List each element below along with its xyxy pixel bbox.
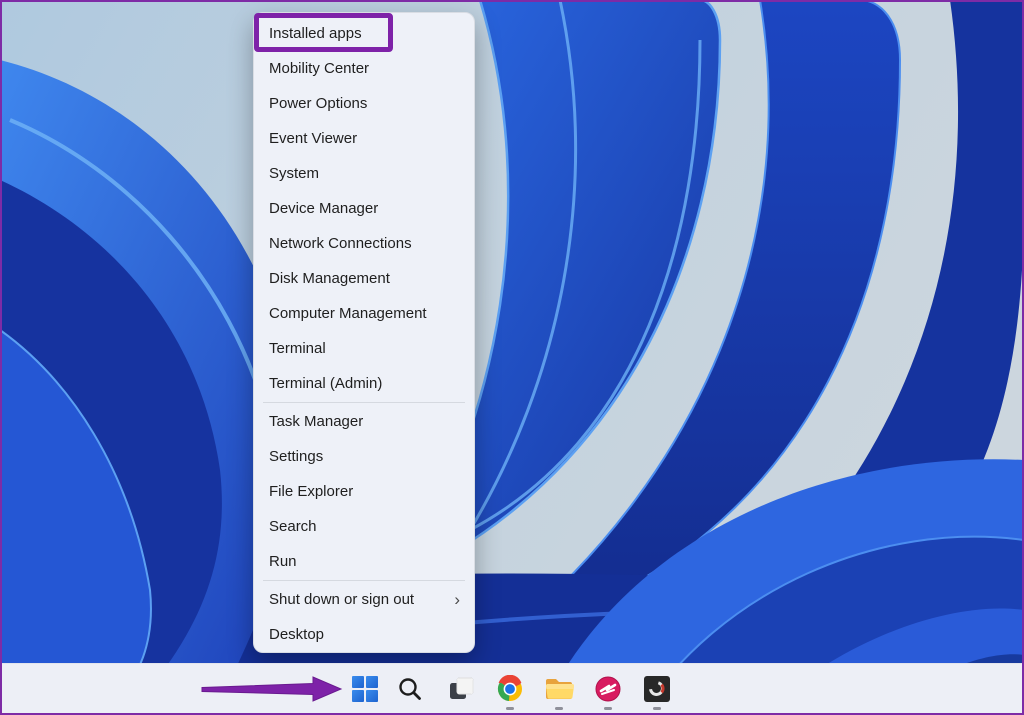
file-explorer-button[interactable] — [539, 667, 579, 711]
menu-item-system[interactable]: System — [254, 156, 474, 191]
menu-item-label: Run — [269, 553, 297, 570]
menu-item-computer-management[interactable]: Computer Management — [254, 296, 474, 331]
menu-item-label: System — [269, 165, 319, 182]
menu-item-file-explorer[interactable]: File Explorer — [254, 474, 474, 509]
winx-menu: Installed apps Mobility Center Power Opt… — [253, 12, 475, 653]
taskbar-search-button[interactable] — [390, 667, 430, 711]
menu-item-network-connections[interactable]: Network Connections — [254, 226, 474, 261]
dark-camera-app-button[interactable] — [637, 667, 677, 711]
running-indicator — [506, 707, 514, 710]
menu-item-disk-management[interactable]: Disk Management — [254, 261, 474, 296]
dark-camera-app-icon — [643, 675, 671, 703]
menu-item-label: Power Options — [269, 95, 367, 112]
menu-item-installed-apps[interactable]: Installed apps — [254, 16, 474, 51]
menu-item-label: Computer Management — [269, 305, 427, 322]
desktop-wallpaper — [0, 0, 1024, 715]
menu-item-event-viewer[interactable]: Event Viewer — [254, 121, 474, 156]
menu-item-label: Mobility Center — [269, 60, 369, 77]
menu-item-search[interactable]: Search — [254, 509, 474, 544]
menu-item-label: Terminal — [269, 340, 326, 357]
menu-separator — [263, 580, 465, 581]
menu-item-label: Installed apps — [269, 25, 362, 42]
menu-item-label: Task Manager — [269, 413, 363, 430]
folder-icon — [544, 676, 574, 702]
chevron-right-icon: › — [454, 591, 460, 608]
menu-separator — [263, 402, 465, 403]
windows-logo-icon — [352, 676, 378, 702]
menu-item-label: Shut down or sign out — [269, 591, 414, 608]
taskbar — [0, 663, 1024, 714]
menu-item-shut-down-or-sign-out[interactable]: Shut down or sign out › — [254, 582, 474, 617]
menu-item-terminal[interactable]: Terminal — [254, 331, 474, 366]
menu-item-task-manager[interactable]: Task Manager — [254, 404, 474, 439]
menu-item-label: Desktop — [269, 626, 324, 643]
red-circle-app-button[interactable] — [588, 667, 628, 711]
menu-item-label: Event Viewer — [269, 130, 357, 147]
menu-item-label: Settings — [269, 448, 323, 465]
menu-item-power-options[interactable]: Power Options — [254, 86, 474, 121]
menu-item-label: File Explorer — [269, 483, 353, 500]
running-indicator — [604, 707, 612, 710]
menu-item-desktop[interactable]: Desktop — [254, 617, 474, 652]
menu-item-label: Network Connections — [269, 235, 412, 252]
screenshot-root: Installed apps Mobility Center Power Opt… — [0, 0, 1024, 715]
menu-item-settings[interactable]: Settings — [254, 439, 474, 474]
task-view-icon — [448, 676, 475, 703]
menu-item-label: Device Manager — [269, 200, 378, 217]
chrome-button[interactable] — [490, 667, 530, 711]
menu-item-run[interactable]: Run — [254, 544, 474, 579]
menu-item-terminal-admin[interactable]: Terminal (Admin) — [254, 366, 474, 401]
menu-item-label: Terminal (Admin) — [269, 375, 382, 392]
task-view-button[interactable] — [441, 667, 481, 711]
chrome-icon — [496, 675, 524, 703]
menu-item-label: Disk Management — [269, 270, 390, 287]
menu-item-mobility-center[interactable]: Mobility Center — [254, 51, 474, 86]
menu-item-device-manager[interactable]: Device Manager — [254, 191, 474, 226]
menu-item-label: Search — [269, 518, 317, 535]
running-indicator — [653, 707, 661, 710]
search-icon — [397, 676, 423, 702]
red-circle-app-icon — [594, 675, 622, 703]
start-button[interactable] — [345, 667, 385, 711]
running-indicator — [555, 707, 563, 710]
